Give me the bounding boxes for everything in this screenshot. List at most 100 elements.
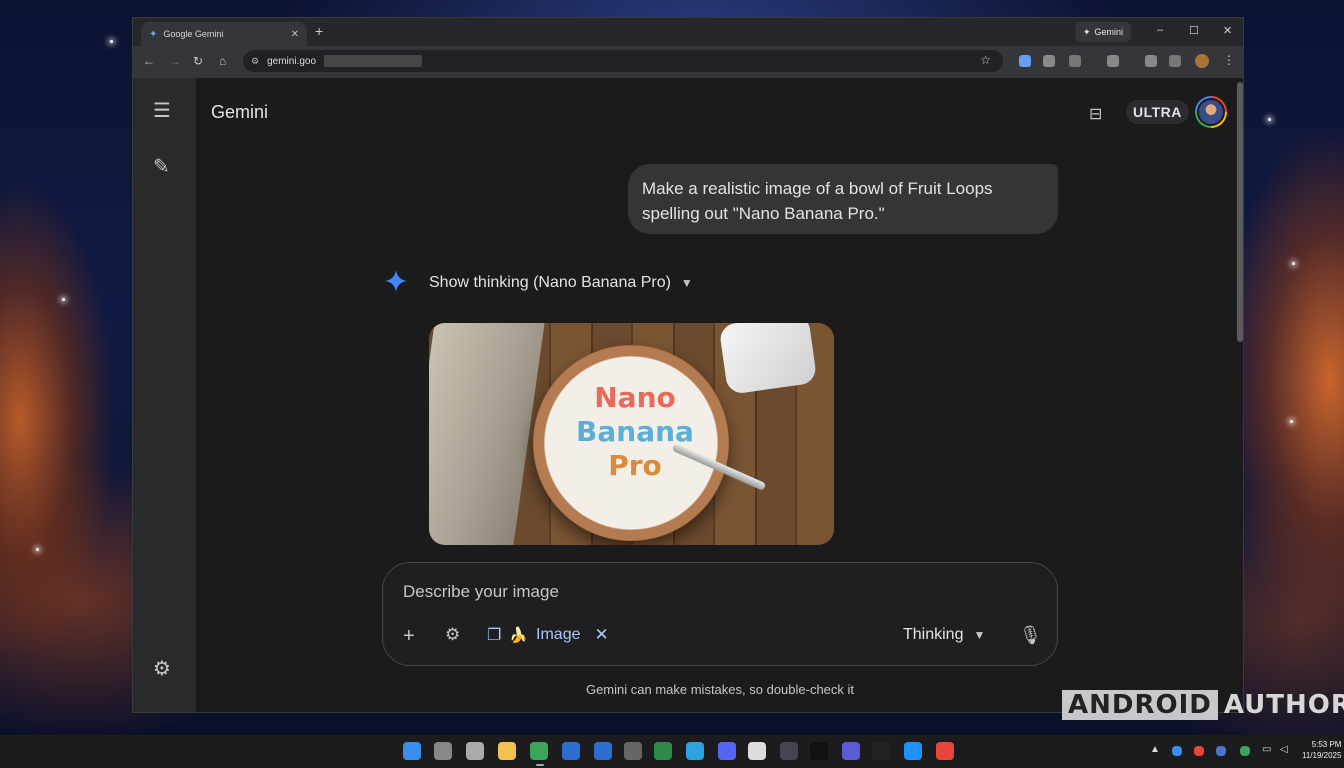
network-icon[interactable]: ▭	[1262, 744, 1271, 755]
gear-icon[interactable]: ⚙	[153, 656, 171, 681]
bookmark-star-icon[interactable]: ☆	[980, 53, 991, 67]
cast-icon[interactable]	[1107, 55, 1119, 67]
gemini-chip-label: Gemini	[1094, 27, 1124, 37]
app-icon[interactable]	[748, 742, 766, 760]
chat-icon[interactable]	[718, 742, 736, 760]
file-explorer-icon[interactable]	[498, 742, 516, 760]
taskbar: ▲ ▭ ◁ 5:53 PM 11/19/2025	[0, 735, 1344, 768]
clock-time: 5:53 PM	[1311, 740, 1342, 749]
app-icon[interactable]	[624, 742, 642, 760]
home-icon[interactable]: ⌂	[219, 54, 226, 68]
telegram-icon[interactable]	[686, 742, 704, 760]
star	[1292, 262, 1295, 265]
show-thinking-toggle[interactable]: Show thinking (Nano Banana Pro) ▼	[429, 274, 693, 292]
chevron-down-icon: ▼	[680, 276, 693, 290]
cereal-word: Banana	[576, 415, 694, 448]
remove-chip-icon[interactable]: ✕	[595, 625, 609, 645]
tray-icon[interactable]	[1240, 746, 1250, 756]
threads-icon[interactable]	[872, 742, 890, 760]
app-icon[interactable]	[842, 742, 860, 760]
napkin-graphic	[429, 323, 545, 545]
gemini-favicon-icon: ✦	[149, 28, 158, 40]
star	[1268, 118, 1271, 121]
chrome-icon[interactable]	[936, 742, 954, 760]
task-view-icon[interactable]	[466, 742, 484, 760]
browser-toolbar: ← → ↻ ⌂ ⚙ gemini.goo ☆ ⋮	[133, 46, 1243, 78]
maximize-button[interactable]: ☐	[1189, 24, 1199, 37]
chrome-icon[interactable]	[530, 742, 548, 766]
star	[1290, 420, 1293, 423]
cereal-word: Nano	[594, 381, 676, 414]
app-icon[interactable]	[654, 742, 672, 760]
account-avatar[interactable]	[1195, 96, 1227, 128]
system-clock[interactable]: 5:53 PM 11/19/2025	[1302, 739, 1341, 761]
user-message: Make a realistic image of a bowl of Frui…	[628, 164, 1058, 234]
app-title: Gemini	[211, 102, 269, 122]
site-info-icon[interactable]: ⚙	[251, 56, 259, 67]
close-window-button[interactable]: ✕	[1223, 24, 1232, 37]
media-icon[interactable]	[1169, 55, 1181, 67]
sparkle-icon	[385, 270, 407, 292]
banana-icon: 🍌	[509, 627, 529, 644]
start-icon[interactable]	[403, 742, 421, 760]
extension-icon[interactable]	[1043, 55, 1055, 67]
tray-icon[interactable]	[1216, 746, 1226, 756]
extensions-puzzle-icon[interactable]	[1069, 55, 1081, 67]
close-tab-icon[interactable]: ✕	[291, 29, 299, 40]
gemini-chip-button[interactable]: ✦ Gemini	[1075, 22, 1132, 42]
tab-strip: ✦ Google Gemini ✕ + ✦ Gemini – ☐ ✕	[133, 18, 1243, 46]
tray-icon[interactable]	[1172, 746, 1182, 756]
x-icon[interactable]	[810, 742, 828, 760]
star	[36, 548, 39, 551]
url-text: gemini.goo	[267, 55, 316, 67]
thinking-label: Show thinking (Nano Banana Pro)	[429, 274, 671, 291]
powershell-icon[interactable]	[594, 742, 612, 760]
gallery-icon: ❐	[487, 627, 502, 644]
tools-icon[interactable]: ⚙	[445, 625, 460, 645]
mode-selector[interactable]: Thinking ▼	[903, 626, 985, 644]
scrollbar[interactable]	[1237, 82, 1243, 342]
add-icon[interactable]: +	[403, 625, 415, 648]
search-icon[interactable]	[434, 742, 452, 760]
star	[110, 40, 113, 43]
temporary-chat-icon[interactable]: ⊟	[1089, 104, 1102, 124]
app-icon[interactable]	[904, 742, 922, 760]
extension-icon[interactable]	[1019, 55, 1031, 67]
volume-icon[interactable]: ◁	[1280, 744, 1288, 755]
milk-jar-graphic	[718, 323, 818, 395]
prompt-composer: + ⚙ ❐ 🍌 Image ✕ Thinking ▼ 🎙	[382, 562, 1058, 666]
tab-title: Google Gemini	[163, 29, 224, 39]
browser-menu-icon[interactable]: ⋮	[1223, 53, 1235, 67]
app-icon[interactable]	[780, 742, 798, 760]
watermark: ANDROID AUTHORITY	[1062, 690, 1344, 720]
hamburger-icon[interactable]: ☰	[153, 98, 171, 123]
address-bar[interactable]: ⚙ gemini.goo ☆	[243, 50, 1003, 72]
image-tool-chip[interactable]: ❐ 🍌 Image ✕	[487, 625, 609, 645]
clock-date: 11/19/2025	[1302, 751, 1342, 760]
back-icon[interactable]: ←	[143, 54, 155, 68]
reload-icon[interactable]: ↻	[193, 54, 203, 68]
chevron-down-icon: ▼	[973, 628, 986, 642]
sparkle-small-icon: ✦	[1083, 26, 1091, 37]
tray-icon[interactable]	[1194, 746, 1204, 756]
download-icon[interactable]	[1145, 55, 1157, 67]
side-rail: ☰ ✎ ⚙	[133, 78, 196, 712]
tray-chevron-icon[interactable]: ▲	[1150, 744, 1160, 755]
gemini-app: ☰ ✎ ⚙ Gemini ⊟ ULTRA Make a realistic im…	[133, 78, 1243, 712]
url-redacted	[324, 55, 422, 67]
generated-image[interactable]: Nano Banana Pro	[429, 323, 834, 545]
new-tab-button[interactable]: +	[315, 23, 323, 39]
microphone-icon[interactable]: 🎙	[1019, 625, 1042, 646]
tab-gemini[interactable]: ✦ Google Gemini ✕	[141, 22, 307, 46]
minimize-button[interactable]: –	[1157, 24, 1163, 36]
cereal-text: Nano Banana Pro	[565, 381, 705, 483]
prompt-input[interactable]	[403, 579, 1003, 605]
star	[62, 298, 65, 301]
avatar-photo	[1197, 98, 1225, 126]
edit-icon[interactable]: ✎	[153, 154, 170, 179]
terminal-icon[interactable]	[562, 742, 580, 760]
image-chip-label: Image	[536, 626, 581, 643]
forward-icon[interactable]: →	[169, 54, 181, 68]
mode-label: Thinking	[903, 626, 964, 643]
profile-avatar[interactable]	[1195, 54, 1209, 68]
